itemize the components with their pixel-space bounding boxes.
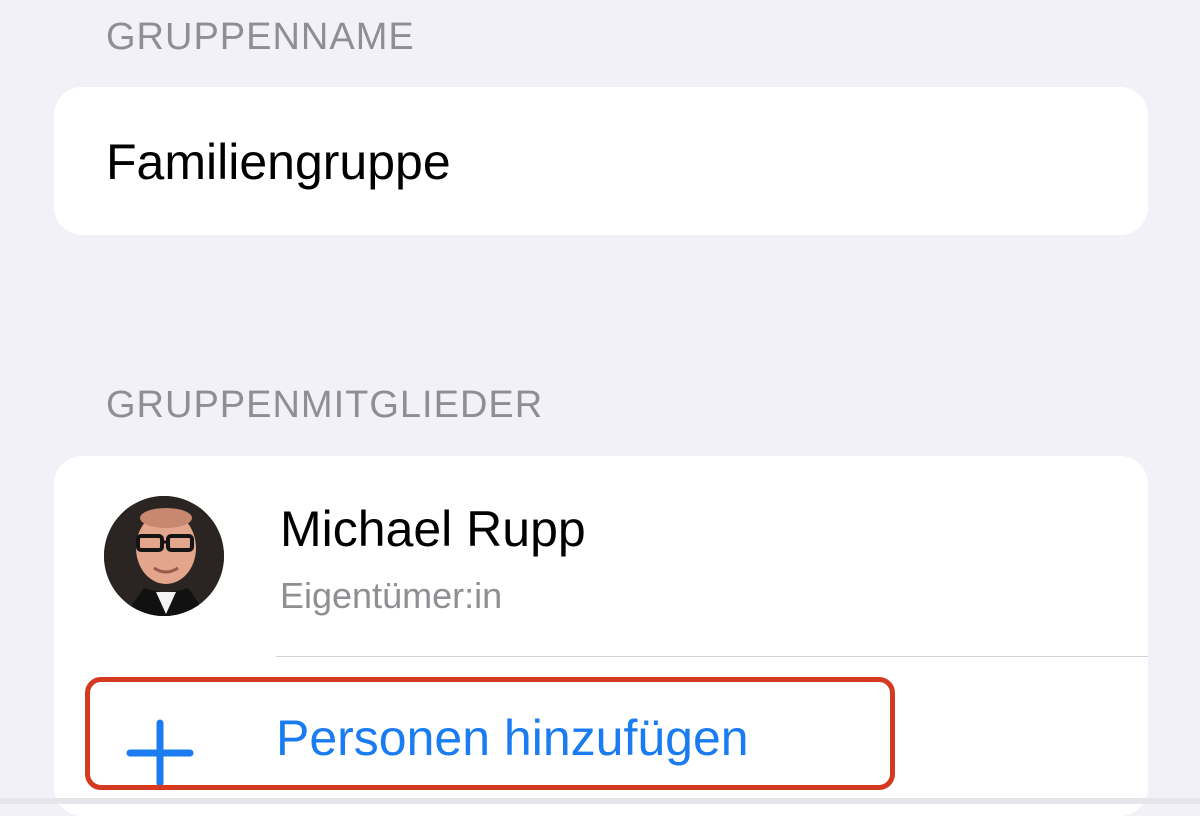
group-name-card[interactable]: Familiengruppe xyxy=(54,87,1148,235)
member-name: Michael Rupp xyxy=(280,501,586,557)
group-name-section-header: GRUPPENNAME xyxy=(106,16,415,58)
group-name-field[interactable]: Familiengruppe xyxy=(106,137,451,187)
member-role: Eigentümer:in xyxy=(280,575,503,616)
group-members-card: Michael Rupp Eigentümer:in Personen hinz… xyxy=(54,456,1148,816)
add-people-label: Personen hinzufügen xyxy=(276,710,749,766)
plus-icon xyxy=(126,719,194,787)
bottom-edge xyxy=(0,798,1200,804)
avatar-photo xyxy=(104,496,224,616)
add-people-button[interactable]: Personen hinzufügen xyxy=(54,657,1148,797)
group-members-section-header: GRUPPENMITGLIEDER xyxy=(106,384,544,426)
avatar xyxy=(104,496,224,616)
